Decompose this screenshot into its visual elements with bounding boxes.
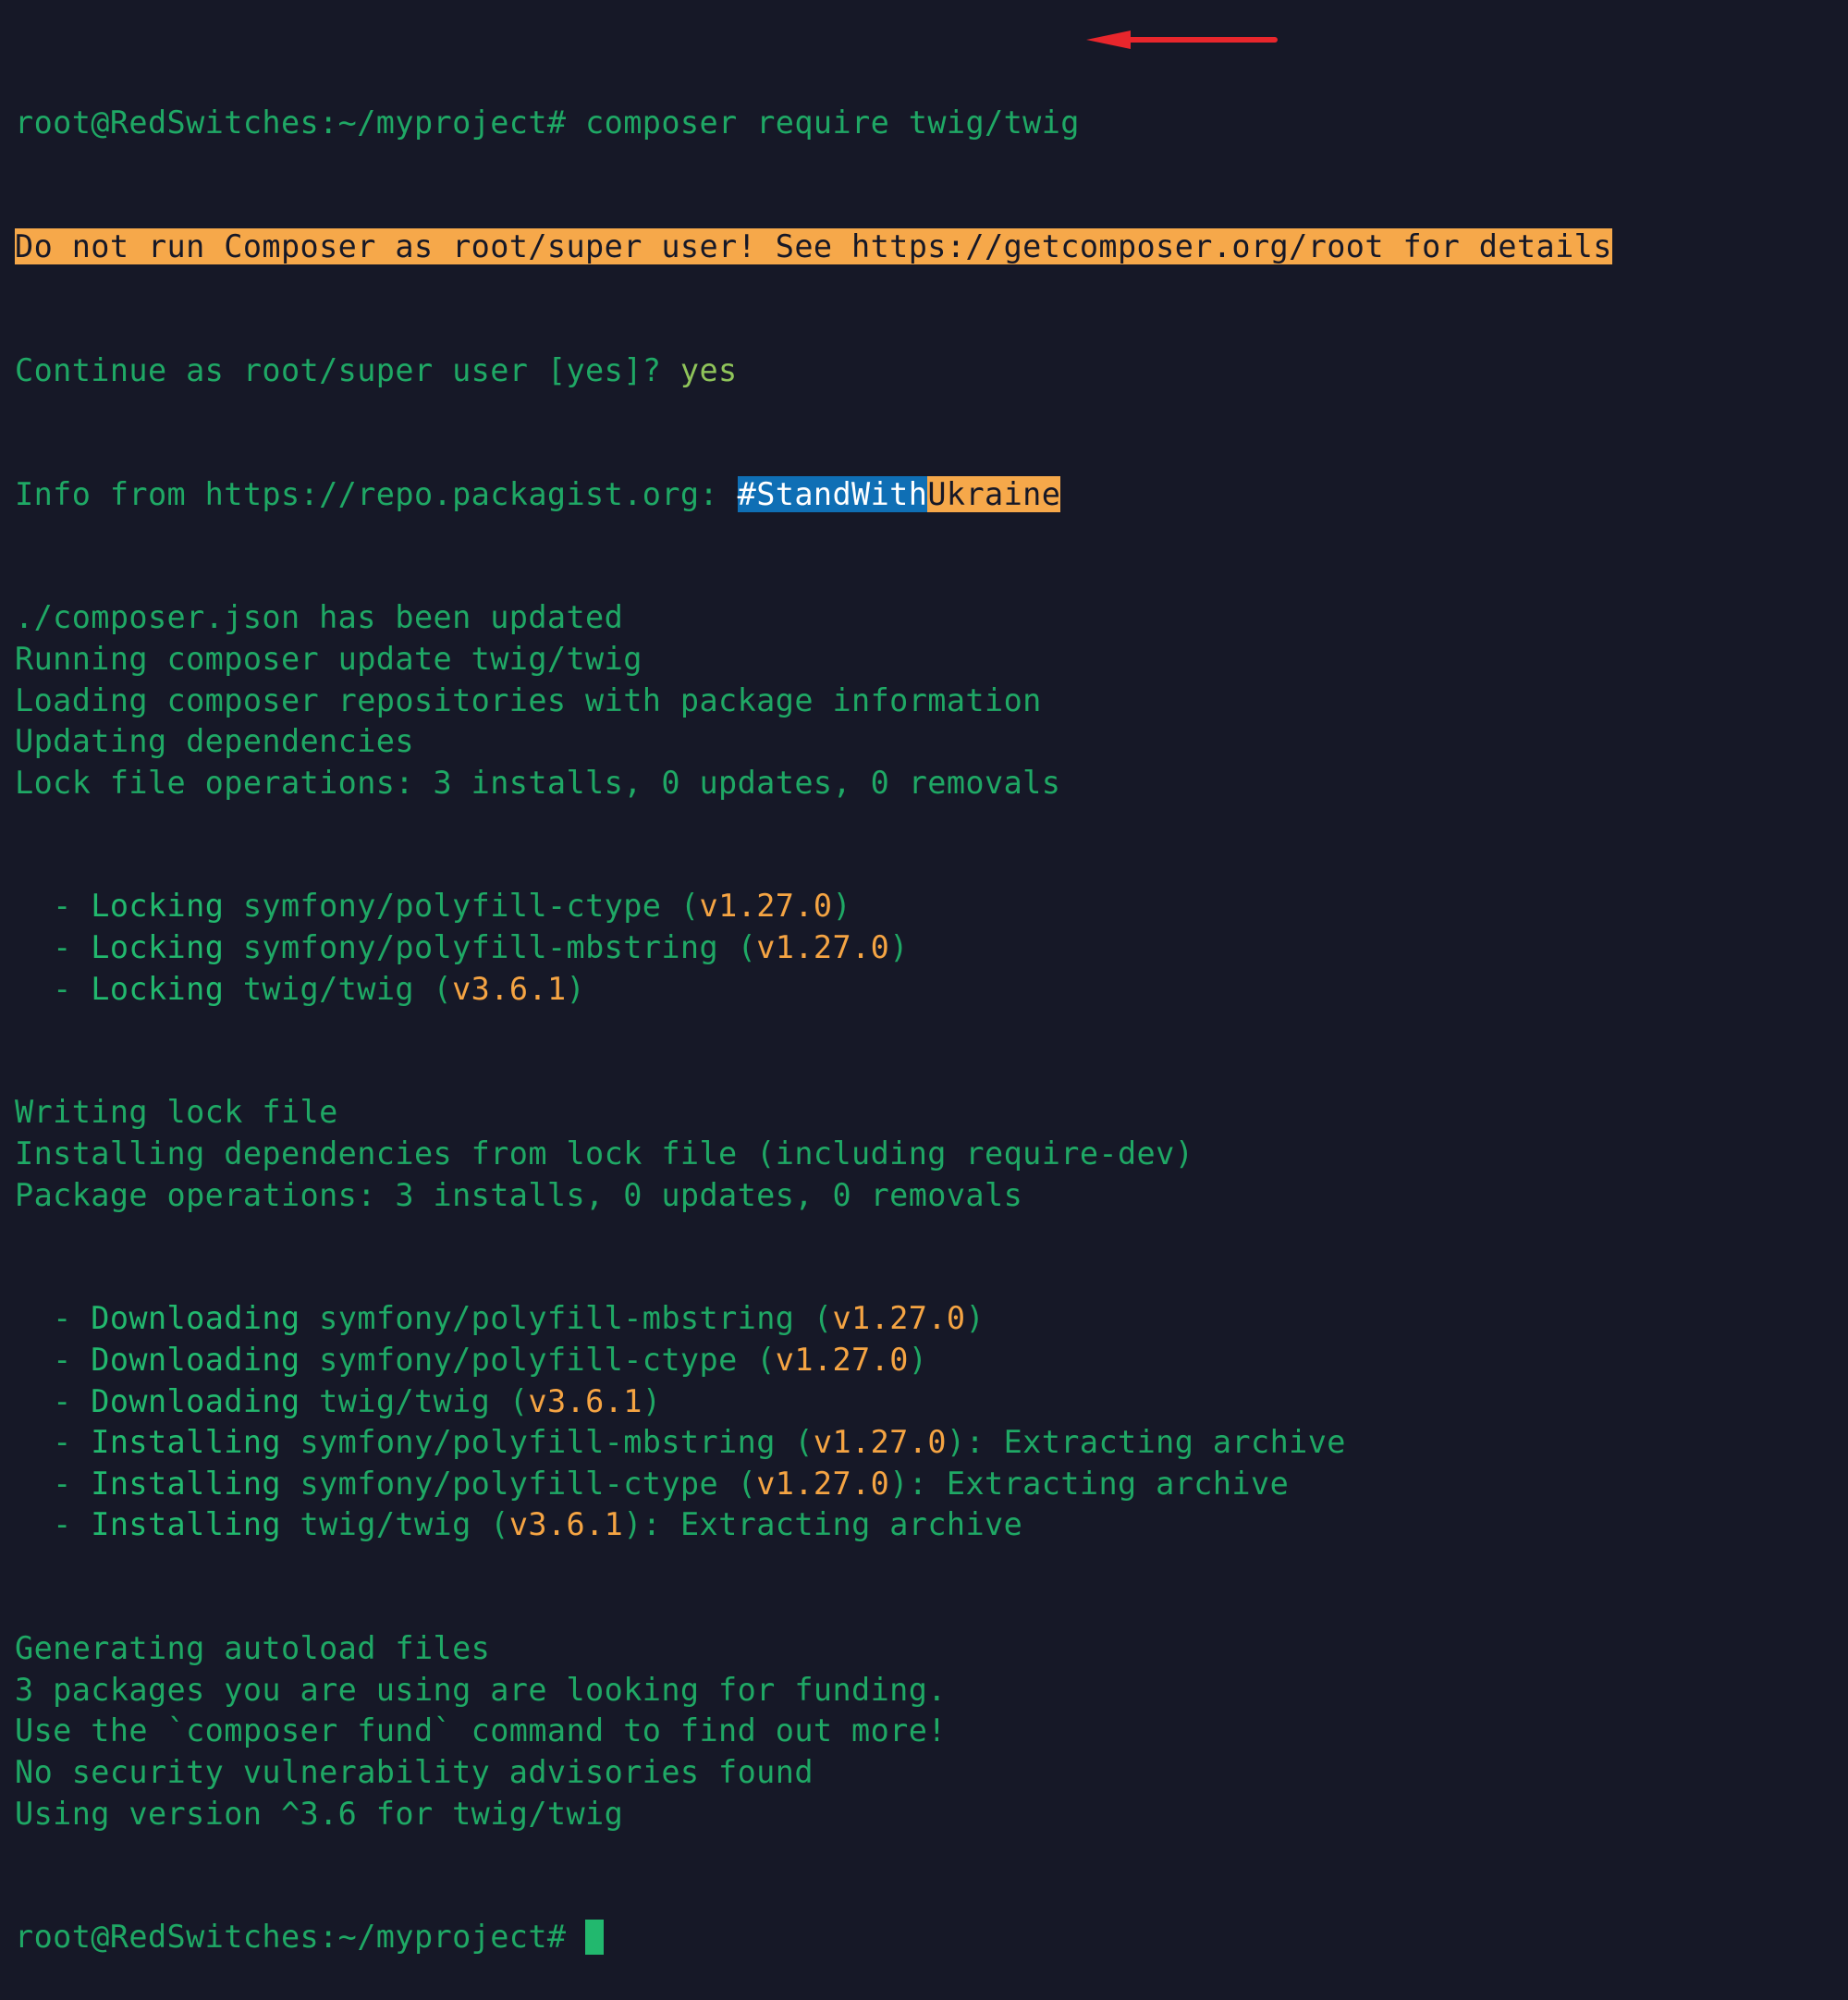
info-blue-highlight: #StandWith	[737, 475, 928, 512]
package-name: symfony/polyfill-ctype	[242, 888, 662, 925]
output-line: Using version ^3.6 for twig/twig	[15, 1795, 624, 1832]
operation-line: - Installing symfony/polyfill-ctype (v1.…	[15, 1465, 1290, 1502]
operation-suffix: : Extracting archive	[642, 1506, 1023, 1543]
continue-answer: yes	[679, 351, 738, 388]
output-line: Generating autoload files	[15, 1630, 491, 1667]
terminal-cursor	[585, 1920, 605, 1956]
operation-action: Downloading	[91, 1300, 300, 1337]
operation-action: Locking	[91, 888, 225, 925]
output-line: Installing dependencies from lock file (…	[15, 1135, 1194, 1172]
package-name: symfony/polyfill-mbstring	[319, 1300, 795, 1337]
package-version: v3.6.1	[508, 1506, 624, 1543]
operation-action: Downloading	[91, 1342, 300, 1378]
operation-suffix: : Extracting archive	[908, 1465, 1290, 1502]
terminal-output: root@RedSwitches:~/myproject# composer r…	[15, 20, 1612, 2000]
operation-suffix: : Extracting archive	[965, 1424, 1346, 1461]
warning-line: Do not run Composer as root/super user! …	[15, 227, 1612, 268]
output-line: Package operations: 3 installs, 0 update…	[15, 1176, 1023, 1213]
package-name: symfony/polyfill-ctype	[319, 1342, 738, 1378]
operation-action: Installing	[91, 1424, 281, 1461]
package-name: symfony/polyfill-mbstring	[242, 929, 719, 966]
operation-action: Installing	[91, 1506, 281, 1543]
package-name: twig/twig	[242, 970, 414, 1007]
output-line: Lock file operations: 3 installs, 0 upda…	[15, 764, 1061, 801]
package-version: v1.27.0	[699, 888, 833, 925]
output-line: Use the `composer fund` command to find …	[15, 1712, 947, 1749]
operation-line: - Locking symfony/polyfill-mbstring (v1.…	[15, 929, 909, 966]
operation-line: - Downloading twig/twig (v3.6.1)	[15, 1382, 662, 1419]
package-version: v1.27.0	[775, 1342, 909, 1378]
prompt: root@RedSwitches:~/myproject#	[15, 104, 567, 141]
output-line: ./composer.json has been updated	[15, 599, 624, 636]
operation-line: - Installing symfony/polyfill-mbstring (…	[15, 1424, 1346, 1461]
operation-action: Locking	[91, 929, 225, 966]
package-name: symfony/polyfill-mbstring	[300, 1424, 776, 1461]
output-line: Loading composer repositories with packa…	[15, 681, 1042, 718]
package-version: v1.27.0	[813, 1424, 947, 1461]
operation-line: - Locking twig/twig (v3.6.1)	[15, 970, 586, 1007]
arrow-head	[1086, 31, 1131, 49]
operation-line: - Installing twig/twig (v3.6.1): Extract…	[15, 1506, 1023, 1543]
package-name: twig/twig	[300, 1506, 471, 1543]
output-line: Running composer update twig/twig	[15, 640, 643, 677]
command: composer require twig/twig	[585, 104, 1080, 141]
operation-line: - Downloading symfony/polyfill-mbstring …	[15, 1300, 985, 1337]
output-line: 3 packages you are using are looking for…	[15, 1671, 947, 1708]
root-warning: Do not run Composer as root/super user! …	[15, 227, 1612, 264]
package-version: v1.27.0	[756, 929, 890, 966]
info-orange-highlight: Ukraine	[927, 475, 1061, 512]
operation-line: - Downloading symfony/polyfill-ctype (v1…	[15, 1342, 928, 1378]
operation-action: Installing	[91, 1465, 281, 1502]
package-version: v3.6.1	[452, 970, 567, 1007]
continue-line: Continue as root/super user [yes]? yes	[15, 350, 1612, 392]
red-arrow-annotation	[1086, 31, 1278, 49]
final-prompt[interactable]: root@RedSwitches:~/myproject#	[15, 1919, 567, 1955]
package-version: v1.27.0	[756, 1465, 890, 1502]
operation-action: Downloading	[91, 1382, 300, 1419]
output-line: No security vulnerability advisories fou…	[15, 1753, 814, 1790]
command-line: root@RedSwitches:~/myproject# composer r…	[15, 103, 1612, 144]
package-name: twig/twig	[319, 1382, 491, 1419]
final-prompt-line: root@RedSwitches:~/myproject#	[15, 1917, 1612, 1958]
package-version: v1.27.0	[832, 1300, 966, 1337]
operation-line: - Locking symfony/polyfill-ctype (v1.27.…	[15, 888, 852, 925]
package-version: v3.6.1	[528, 1382, 643, 1419]
package-name: symfony/polyfill-ctype	[300, 1465, 719, 1502]
info-line: Info from https://repo.packagist.org: #S…	[15, 474, 1612, 516]
info-prefix: Info from https://repo.packagist.org:	[15, 475, 738, 512]
arrow-shaft	[1127, 37, 1278, 43]
continue-prompt: Continue as root/super user [yes]?	[15, 351, 662, 388]
output-line: Updating dependencies	[15, 723, 414, 760]
operation-action: Locking	[91, 970, 225, 1007]
output-line: Writing lock file	[15, 1094, 338, 1131]
